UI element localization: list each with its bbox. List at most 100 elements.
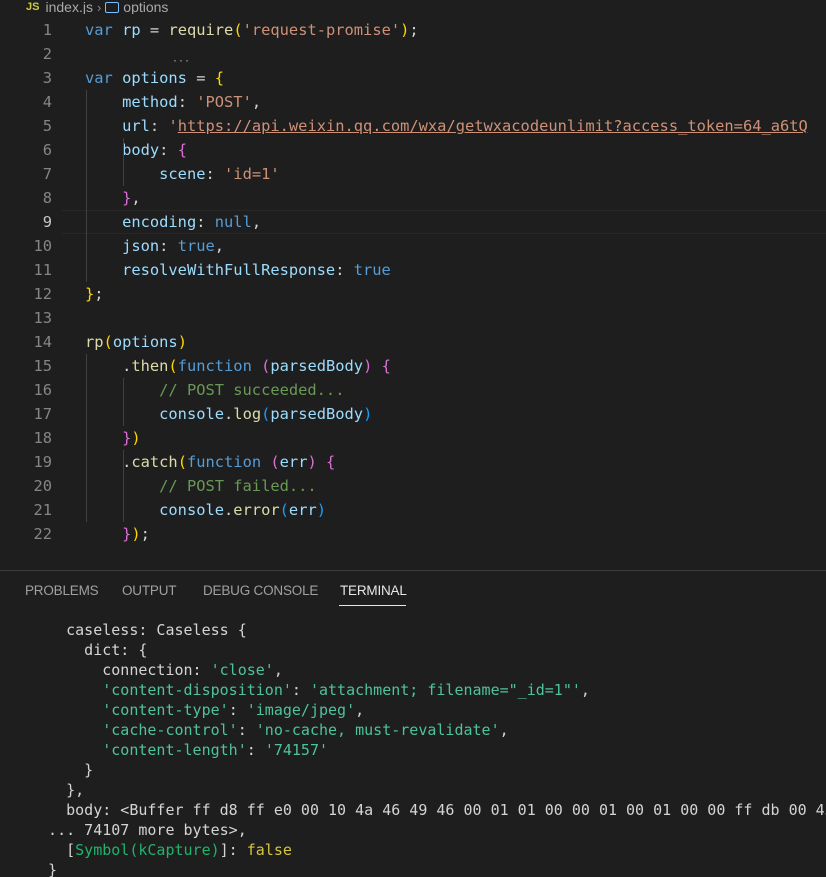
code-token: { [381, 357, 391, 375]
code-token: ( [168, 357, 178, 375]
code-token: : [159, 237, 178, 255]
code-line[interactable]: 4 method: 'POST', [0, 90, 826, 114]
terminal-token: }, [30, 781, 85, 799]
line-number: 8 [42, 189, 52, 207]
code-text: }; [85, 282, 104, 306]
code-editor[interactable]: ··· 1 var rp = require('request-promise')… [0, 18, 826, 546]
terminal-token: 'close' [210, 661, 274, 679]
code-line[interactable]: 2 [0, 42, 826, 66]
code-text: rp(options) [85, 330, 187, 354]
code-line[interactable]: 10 json: true, [0, 234, 826, 258]
code-token: require [168, 21, 234, 39]
code-text: body: { [85, 138, 187, 162]
code-token: ) [316, 501, 327, 519]
tab-problems[interactable]: PROBLEMS [25, 583, 99, 598]
code-token: 'request-promise' [242, 21, 401, 39]
code-line[interactable]: 9 encoding: null, [0, 210, 826, 234]
code-token: } [122, 429, 132, 447]
code-token: ( [233, 21, 243, 39]
line-number: 6 [42, 141, 52, 159]
terminal-token: , [499, 721, 509, 739]
terminal-token: connection: [30, 661, 211, 679]
line-number: 20 [33, 477, 52, 495]
code-line[interactable]: 14 rp(options) [0, 330, 826, 354]
code-text: scene: 'id=1' [85, 162, 280, 186]
code-text: }); [85, 522, 150, 546]
terminal-token: 'content-type' [102, 701, 229, 719]
code-token: . [85, 357, 132, 375]
code-token: , [251, 93, 262, 111]
code-line[interactable]: 12}; [0, 282, 826, 306]
code-token: ( [103, 333, 113, 351]
code-token: ; [94, 285, 104, 303]
line-number: 12 [33, 285, 52, 303]
terminal-line: body: <Buffer ff d8 ff e0 00 10 4a 46 49… [30, 800, 826, 820]
code-token: . [224, 501, 234, 519]
terminal-output[interactable]: caseless: Caseless { dict: { connection:… [0, 620, 826, 877]
code-line[interactable]: 3 var options = { [0, 66, 826, 90]
code-token: : [205, 165, 225, 183]
symbol-variable-icon [105, 1, 120, 13]
code-token: true [353, 261, 391, 279]
terminal-token: false [246, 841, 292, 859]
line-number: 5 [42, 117, 52, 135]
tab-output[interactable]: OUTPUT [122, 583, 176, 598]
panel-divider [0, 570, 826, 571]
terminal-token: 'content-disposition' [102, 681, 292, 699]
breadcrumb-symbol[interactable]: options [123, 0, 168, 14]
tab-debug-console[interactable]: DEBUG CONSOLE [203, 583, 318, 598]
terminal-token: 'cache-control' [102, 721, 238, 739]
code-line[interactable]: 13 [0, 306, 826, 330]
code-line[interactable]: 8 }, [0, 186, 826, 210]
indent-guide [86, 90, 87, 282]
line-number: 18 [33, 429, 52, 447]
code-token: function [186, 453, 271, 471]
code-line[interactable]: 5 url: 'https://api.weixin.qq.com/wxa/ge… [0, 114, 826, 138]
terminal-token: dict: { [30, 641, 148, 659]
terminal-token: 'attachment; filename="_id=1"' [309, 681, 581, 699]
js-file-icon: JS [26, 1, 40, 13]
code-text: resolveWithFullResponse: true [85, 258, 391, 282]
code-token: { [177, 141, 187, 159]
code-token: } [122, 189, 132, 207]
terminal-token: : [237, 721, 256, 739]
code-token: url [122, 117, 150, 135]
code-token: ( [261, 357, 271, 375]
tab-terminal[interactable]: TERMINAL [340, 583, 407, 598]
code-token: } [122, 525, 132, 543]
code-line[interactable]: 22 }); [0, 522, 826, 546]
code-text: // POST failed... [85, 474, 317, 498]
code-token: then [131, 357, 169, 375]
line-number: 14 [33, 333, 52, 351]
code-token: : [177, 93, 197, 111]
code-line[interactable]: 18 }) [0, 426, 826, 450]
code-text: console.log(parsedBody) [85, 402, 372, 426]
active-tab-indicator [339, 605, 406, 606]
code-line[interactable]: 1 var rp = require('request-promise'); [0, 18, 826, 42]
code-line[interactable]: 15 .then(function (parsedBody) { [0, 354, 826, 378]
breadcrumb: JS index.js › options [0, 0, 826, 14]
code-token: var [85, 21, 123, 39]
code-text: var rp = require('request-promise'); [85, 18, 419, 42]
code-token: ( [279, 501, 289, 519]
code-token: } [85, 285, 95, 303]
code-token: err [279, 453, 308, 471]
line-number: 13 [33, 309, 52, 327]
code-token: { [214, 69, 225, 87]
code-token: ) [307, 453, 327, 471]
line-number: 19 [33, 453, 52, 471]
code-line[interactable]: 11 resolveWithFullResponse: true [0, 258, 826, 282]
terminal-line: connection: 'close', [30, 660, 283, 680]
breadcrumb-file[interactable]: index.js [45, 0, 92, 14]
code-token: parsedBody [270, 357, 364, 375]
terminal-token: , [273, 661, 283, 679]
terminal-token: [ [30, 841, 76, 859]
